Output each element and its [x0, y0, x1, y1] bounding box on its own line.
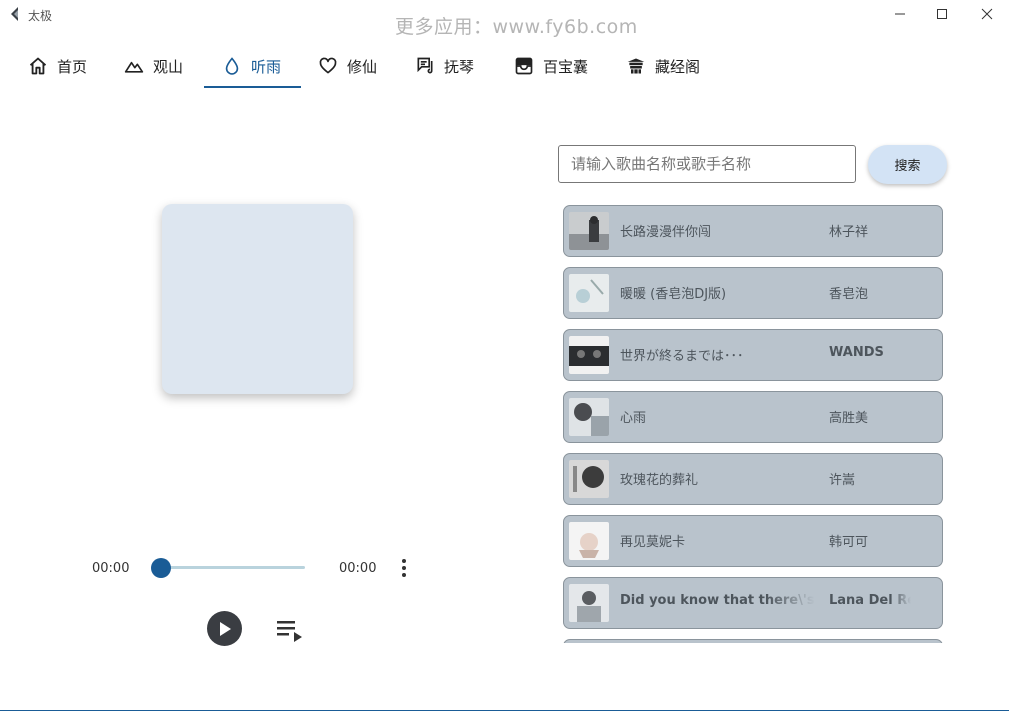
song-thumbnail: [569, 398, 609, 436]
queue-music-icon: [277, 621, 302, 642]
tab-baibaonang[interactable]: 百宝囊: [514, 46, 588, 86]
song-title: 长路漫漫伴你闯: [620, 225, 712, 240]
water-drop-icon: [225, 57, 239, 75]
song-artist: 高胜美: [829, 411, 869, 426]
play-icon: [219, 621, 231, 636]
playlist-button[interactable]: [277, 618, 303, 642]
song-thumbnail: [569, 584, 609, 622]
heart-icon: [319, 57, 337, 74]
song-item[interactable]: 长路漫漫伴你闯 林子祥: [563, 205, 943, 257]
song-item[interactable]: 再见莫妮卡 韩可可: [563, 515, 943, 567]
nav-tabs: 首页 观山 听雨 修仙 抚琴 百宝囊 藏经阁: [0, 46, 1009, 90]
song-artist: Lana Del Re: [829, 593, 911, 608]
tab-tingyu[interactable]: 听雨: [222, 46, 281, 86]
maximize-icon: [937, 9, 947, 19]
active-tab-indicator: [204, 86, 301, 88]
search-input[interactable]: [558, 145, 856, 183]
minimize-button[interactable]: [880, 2, 920, 26]
song-thumbnail: [569, 336, 609, 374]
bottom-border: [0, 710, 1009, 711]
tab-label: 首页: [57, 57, 88, 76]
more-options-button[interactable]: [396, 557, 412, 579]
maximize-button[interactable]: [922, 2, 962, 26]
tab-label: 修仙: [347, 57, 378, 76]
song-artist: 香皂泡: [829, 287, 869, 302]
tab-label: 百宝囊: [543, 57, 589, 76]
progress-slider[interactable]: [160, 566, 305, 569]
minimize-icon: [895, 13, 905, 15]
watermark-text: 更多应用：www.fy6b.com: [395, 16, 638, 38]
tab-label: 观山: [153, 57, 184, 76]
total-time: 00:00: [339, 561, 377, 576]
tab-label: 藏经阁: [655, 57, 701, 76]
inbox-icon: [515, 57, 533, 75]
song-thumbnail: [569, 460, 609, 498]
more-vert-icon: [402, 559, 406, 577]
song-thumbnail: [569, 522, 609, 560]
tab-guanshan[interactable]: 观山: [124, 46, 183, 86]
song-artist: 林子祥: [829, 225, 869, 240]
window-title: 太极: [28, 9, 53, 23]
tab-label: 抚琴: [444, 57, 475, 76]
close-button[interactable]: [967, 2, 1007, 26]
lyrics-icon: [417, 57, 433, 74]
app-logo-icon: [11, 7, 18, 21]
song-title: 世界が終るまでは･･･: [620, 349, 744, 364]
song-artist: 韩可可: [829, 535, 869, 550]
song-item-partial[interactable]: [563, 639, 943, 643]
tab-home[interactable]: 首页: [28, 46, 87, 86]
song-title: 再见莫妮卡: [620, 535, 686, 550]
song-title: 心雨: [620, 411, 647, 426]
tab-cangjingge[interactable]: 藏经阁: [626, 46, 700, 86]
album-cover: [162, 204, 353, 394]
song-item[interactable]: Did you know that there\'s a Lana Del Re: [563, 577, 943, 629]
song-thumbnail: [569, 274, 609, 312]
title-bar: 太极 更多应用：www.fy6b.com: [0, 0, 1009, 38]
tab-label: 听雨: [251, 57, 282, 76]
song-thumbnail: [569, 212, 609, 250]
play-button[interactable]: [207, 611, 242, 646]
song-title: 暖暖 (香皂泡DJ版): [620, 287, 727, 302]
song-item[interactable]: 玫瑰花的葬礼 许嵩: [563, 453, 943, 505]
song-item[interactable]: 心雨 高胜美: [563, 391, 943, 443]
song-artist: WANDS: [829, 345, 884, 360]
progress-thumb[interactable]: [151, 558, 171, 578]
song-item[interactable]: 暖暖 (香皂泡DJ版) 香皂泡: [563, 267, 943, 319]
tab-xiuxian[interactable]: 修仙: [318, 46, 377, 86]
song-title: Did you know that there\'s a: [620, 593, 815, 608]
tab-fuqin[interactable]: 抚琴: [415, 46, 474, 86]
home-icon: [29, 57, 47, 75]
temple-icon: [627, 58, 645, 74]
search-button[interactable]: 搜索: [868, 145, 947, 184]
close-icon: [981, 8, 993, 20]
current-time: 00:00: [92, 561, 130, 576]
song-title: 玫瑰花的葬礼: [620, 473, 699, 488]
song-list[interactable]: 长路漫漫伴你闯 林子祥 暖暖 (香皂泡DJ版) 香皂泡 世界が終るまでは･･･ …: [563, 205, 943, 643]
mountain-icon: [124, 61, 144, 73]
song-artist: 许嵩: [829, 473, 856, 488]
song-item[interactable]: 世界が終るまでは･･･ WANDS: [563, 329, 943, 381]
